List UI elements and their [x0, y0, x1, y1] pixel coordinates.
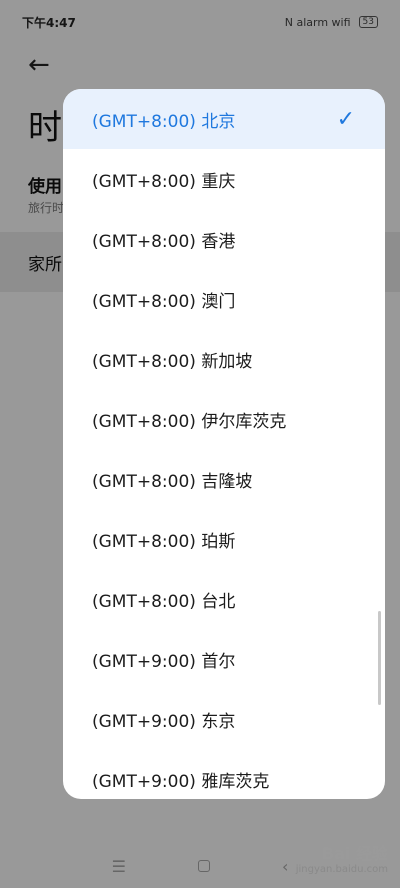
timezone-label: (GMT+8:00) 台北	[92, 591, 236, 612]
timezone-picker-dialog: (GMT+8:00) 北京 ✓ (GMT+8:00) 重庆 (GMT+8:00) 香港…	[63, 89, 385, 799]
timezone-list: (GMT+8:00) 北京 ✓ (GMT+8:00) 重庆 (GMT+8:00) 香港…	[63, 89, 385, 799]
timezone-label: (GMT+9:00) 雅库茨克	[92, 771, 270, 792]
scrollbar[interactable]	[378, 611, 381, 705]
timezone-item[interactable]: (GMT+9:00) 首尔	[63, 629, 385, 689]
watermark-logo: Bai 经验	[321, 844, 388, 863]
timezone-label: (GMT+8:00) 香港	[92, 231, 236, 252]
timezone-item[interactable]: (GMT+8:00) 珀斯	[63, 509, 385, 569]
timezone-item[interactable]: (GMT+8:00) 北京 ✓	[63, 89, 385, 149]
timezone-item[interactable]: (GMT+9:00) 东京	[63, 689, 385, 749]
timezone-label: (GMT+8:00) 北京	[92, 111, 236, 132]
timezone-item[interactable]: (GMT+8:00) 新加坡	[63, 329, 385, 389]
timezone-label: (GMT+8:00) 重庆	[92, 171, 236, 192]
home-icon[interactable]	[197, 860, 210, 872]
timezone-label: (GMT+8:00) 伊尔库茨克	[92, 411, 287, 432]
menu-icon[interactable]: ☰	[112, 857, 126, 876]
timezone-item[interactable]: (GMT+8:00) 澳门	[63, 269, 385, 329]
watermark-url: jingyan.baidu.com	[295, 864, 388, 875]
timezone-item[interactable]: (GMT+8:00) 香港	[63, 209, 385, 269]
watermark: Bai 经验 jingyan.baidu.com	[296, 840, 388, 875]
timezone-label: (GMT+8:00) 新加坡	[92, 351, 253, 372]
timezone-label: (GMT+9:00) 首尔	[92, 651, 236, 672]
timezone-item[interactable]: (GMT+8:00) 伊尔库茨克	[63, 389, 385, 449]
timezone-label: (GMT+8:00) 珀斯	[92, 531, 236, 552]
timezone-label: (GMT+8:00) 澳门	[92, 291, 236, 312]
timezone-item[interactable]: (GMT+8:00) 重庆	[63, 149, 385, 209]
timezone-label: (GMT+8:00) 吉隆坡	[92, 471, 253, 492]
timezone-item[interactable]: (GMT+8:00) 台北	[63, 569, 385, 629]
timezone-label: (GMT+9:00) 东京	[92, 711, 236, 732]
timezone-item[interactable]: (GMT+8:00) 吉隆坡	[63, 449, 385, 509]
back-nav-icon[interactable]: ‹	[282, 857, 288, 876]
timezone-item[interactable]: (GMT+9:00) 雅库茨克	[63, 749, 385, 799]
checkmark-icon: ✓	[336, 106, 355, 132]
